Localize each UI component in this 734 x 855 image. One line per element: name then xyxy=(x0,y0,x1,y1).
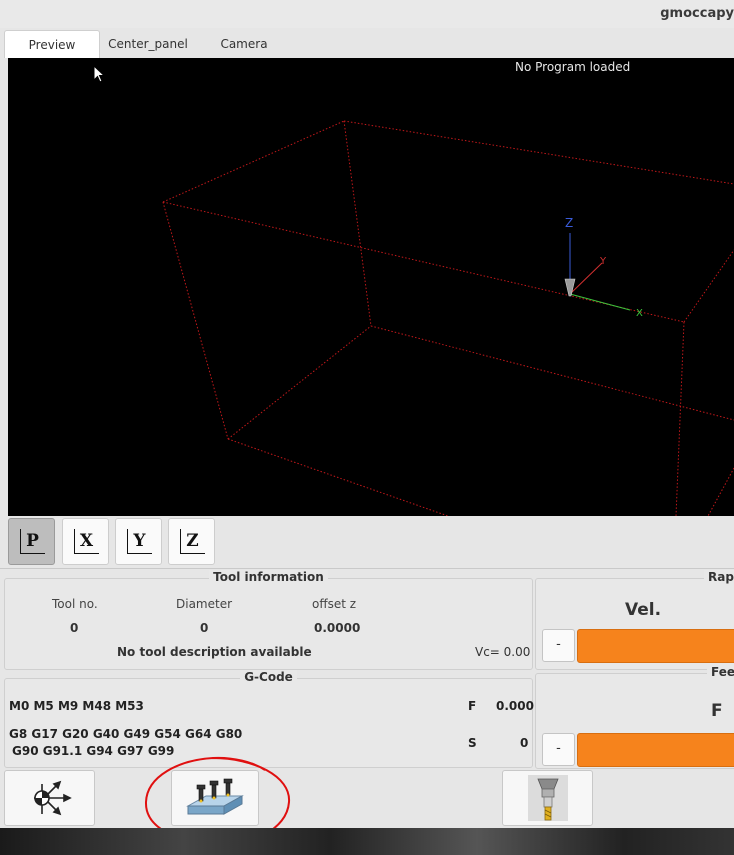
spindle-tool-button[interactable] xyxy=(502,770,593,826)
gcode-title: G-Code xyxy=(5,670,532,684)
box-edge xyxy=(162,120,345,203)
tool-information-title: Tool information xyxy=(5,570,532,584)
view-x-button[interactable]: X xyxy=(62,518,109,565)
rapid-minus-label: - xyxy=(556,637,561,652)
window-title: gmoccapy xyxy=(660,6,734,21)
tab-preview-label: Preview xyxy=(28,38,76,52)
title-bar[interactable]: gmoccapy xyxy=(0,0,734,28)
feed-decrease-button[interactable]: - xyxy=(542,733,575,766)
program-status: No Program loaded xyxy=(515,60,631,74)
box-edge xyxy=(675,321,685,516)
touch-off-icon xyxy=(33,780,72,816)
desktop-background xyxy=(0,828,734,855)
tab-center-panel-label: Center_panel xyxy=(108,37,188,51)
offset-z-label: offset z xyxy=(312,597,357,611)
gcode-preview-canvas[interactable]: Z X Y No Program loaded xyxy=(8,58,734,516)
rapid-vel-label: Vel. xyxy=(625,600,662,620)
tool-information-panel: Tool information Tool no. Diameter offse… xyxy=(4,570,533,670)
rapid-title: Rapi xyxy=(704,570,734,584)
offset-z-value: 0.0000 xyxy=(314,621,361,635)
box-edge xyxy=(162,201,229,440)
box-edge xyxy=(227,325,372,440)
rapid-override-slider[interactable]: 1 xyxy=(577,629,734,663)
box-edge xyxy=(227,438,449,516)
spindle-tool-icon xyxy=(527,775,568,821)
origin-axes: Z X Y xyxy=(564,216,643,319)
feed-f-value: 0.000 xyxy=(496,699,534,713)
rapid-decrease-button[interactable]: - xyxy=(542,629,575,662)
tab-bar: Preview Center_panel Camera xyxy=(0,30,734,58)
tab-camera-label: Camera xyxy=(220,37,268,51)
bottom-button-bar xyxy=(0,770,734,828)
view-z-icon: Z xyxy=(178,528,206,554)
box-edge xyxy=(683,249,734,323)
diameter-label: Diameter xyxy=(176,597,233,611)
box-edge xyxy=(343,120,734,185)
view-y-button[interactable]: Y xyxy=(115,518,162,565)
view-p-button[interactable]: P xyxy=(8,518,55,565)
feed-f-label: F xyxy=(468,699,477,713)
gcode-panel: G-Code M0 M5 M9 M48 M53 G8 G17 G20 G40 G… xyxy=(4,670,534,768)
feed-title: Feed xyxy=(707,665,734,679)
diameter-value: 0 xyxy=(200,621,209,635)
tool-cone-icon xyxy=(564,278,576,297)
feed-override-panel: Feed F - 1 xyxy=(535,665,734,769)
tool-measure-icon xyxy=(186,778,244,815)
mouse-cursor-icon xyxy=(93,65,106,83)
axis-y-label: Y xyxy=(599,256,607,267)
tool-no-label: Tool no. xyxy=(52,597,98,611)
divider xyxy=(0,568,734,569)
preview-wireframe: Z X Y xyxy=(162,120,734,516)
active-mcodes: M0 M5 M9 M48 M53 xyxy=(9,699,144,713)
tool-measurement-button[interactable] xyxy=(171,770,259,826)
tab-center-panel[interactable]: Center_panel xyxy=(100,30,196,58)
cutting-speed-vc: Vc= 0.00 xyxy=(475,645,531,659)
tab-preview[interactable]: Preview xyxy=(4,30,100,58)
tool-description: No tool description available xyxy=(117,645,312,659)
tab-camera[interactable]: Camera xyxy=(196,30,292,58)
view-x-icon: X xyxy=(72,528,100,554)
active-gcodes-line-1: G8 G17 G20 G40 G49 G54 G64 G80 xyxy=(9,727,243,741)
view-y-icon: Y xyxy=(125,528,152,554)
axis-x-label: X xyxy=(636,308,643,319)
gmoccapy-window: gmoccapy Preview Center_panel Camera Z X… xyxy=(0,0,734,828)
spindle-s-value: 0 xyxy=(520,736,529,750)
rapid-override-panel: Rapi Vel. - 1 xyxy=(535,570,734,670)
active-gcodes-line-2: G90 G91.1 G94 G97 G99 xyxy=(12,744,175,758)
touch-off-button[interactable] xyxy=(4,770,95,826)
box-edge xyxy=(370,325,734,421)
feed-override-label: F xyxy=(711,701,723,721)
box-edge xyxy=(343,120,372,327)
view-z-button[interactable]: Z xyxy=(168,518,215,565)
spindle-s-label: S xyxy=(468,736,477,750)
box-edge xyxy=(707,467,734,516)
feed-minus-label: - xyxy=(556,741,561,756)
view-perspective-icon: P xyxy=(18,528,45,554)
tool-no-value: 0 xyxy=(70,621,79,635)
feed-override-slider[interactable]: 1 xyxy=(577,733,734,767)
axis-z-label: Z xyxy=(565,216,573,230)
